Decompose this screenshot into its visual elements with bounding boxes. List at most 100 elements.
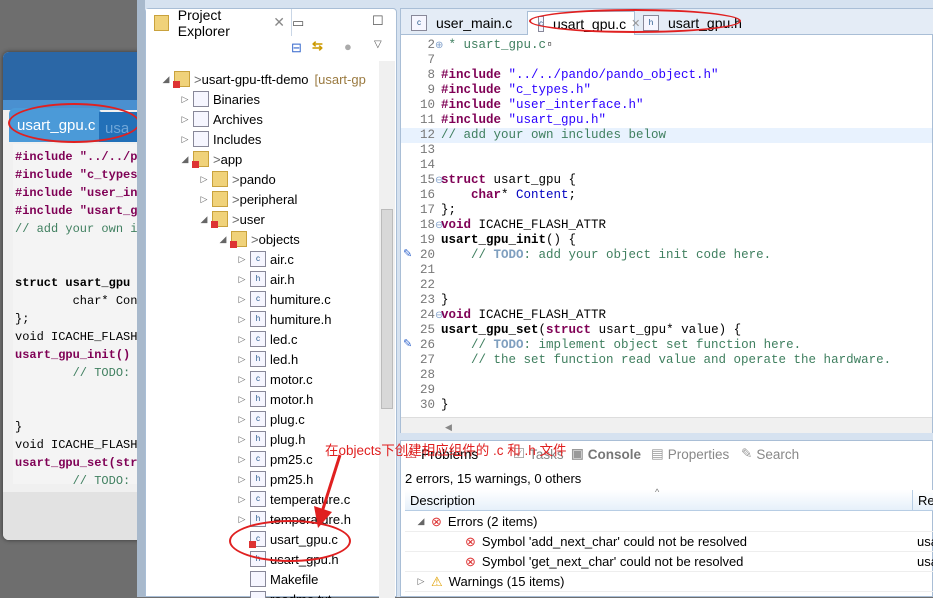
tree-item[interactable]: ▷cmotor.c [236,369,313,389]
tree-item-label: pando [240,172,276,187]
expand-arrow-icon[interactable]: ▷ [198,194,210,205]
tree-item[interactable]: ▷hair.h [236,269,295,289]
expand-arrow-icon[interactable]: ▷ [236,294,248,305]
tree-item[interactable]: ◢> user [198,209,265,229]
tree-item[interactable]: ▷hled.h [236,349,298,369]
column-resource[interactable]: Re [912,490,933,511]
folder-icon [212,211,228,227]
tree-item[interactable]: ▷cled.c [236,329,297,349]
tree-item[interactable]: ▷hplug.h [236,429,305,449]
expand-arrow-icon[interactable]: ▷ [236,514,248,525]
tree-item[interactable]: ▷> pando [198,169,276,189]
code-line: 11#include "usart_gpu.h" [401,113,932,128]
column-description[interactable]: Description [410,493,475,508]
code-editor[interactable]: cuser_main.ccusart_gpu.c✕husart_gpu.h 2⊕… [400,8,933,433]
code-area[interactable]: 2⊕ * usart_gpu.c▫78#include "../../pando… [401,37,932,417]
tree-item-label: readme.txt [270,592,331,598]
tree-item-label: air.c [270,252,294,267]
code-line: 23} [401,293,932,308]
tab-search[interactable]: ✎Search [741,446,799,462]
code-token: #include [441,98,509,112]
code-line: 22 [401,278,932,293]
code-token: "usart_gpu.h" [509,113,607,127]
expand-arrow-icon[interactable]: ▷ [236,414,248,425]
tab-properties[interactable]: ▤Properties [651,446,729,462]
tab-user-main-c[interactable]: cuser_main.c [401,11,520,35]
code-token: TODO [494,248,524,262]
problem-row[interactable]: ⊗Symbol 'add_next_char' could not be res… [405,532,933,552]
expand-arrow-icon[interactable]: ▷ [236,354,248,365]
problem-resource: usa [917,554,933,569]
tree-item[interactable]: ▷> peripheral [198,189,297,209]
expand-arrow-icon[interactable]: ▷ [236,494,248,505]
code-line: 2⊕ * usart_gpu.c▫ [401,38,932,53]
code-token: * usart_gpu.c [441,38,546,52]
code-line: ✎26 // TODO: implement object set functi… [401,338,932,353]
code-token: usart_gpu_init [441,233,546,247]
expand-arrow-icon[interactable]: ▷ [236,314,248,325]
code-line: 17}; [401,203,932,218]
code-token: #include [441,68,509,82]
expand-arrow-icon[interactable]: ▷ [198,174,210,185]
expanded-arrow-icon[interactable]: ◢ [198,214,210,225]
problem-row[interactable]: ◢⊗Errors (2 items) [405,512,933,532]
tree-item[interactable]: ▷chumiture.c [236,289,331,309]
tree-item[interactable]: ▷hmotor.h [236,389,313,409]
problem-row[interactable]: ▷⚠Warnings (15 items) [405,572,933,592]
tree-item[interactable]: ▷Includes [179,129,261,149]
expand-arrow-icon[interactable]: ◢ [415,516,427,527]
code-line: 19usart_gpu_init() { [401,233,932,248]
tree-item-label: Archives [213,112,263,127]
expand-arrow-icon[interactable]: ▷ [236,454,248,465]
highlight-ellipse [529,9,741,33]
tab-console[interactable]: ▣Console [571,446,641,462]
problem-description: Errors (2 items) [448,514,538,529]
code-token: ; [569,188,577,202]
line-number: 16 [401,188,439,203]
tree-scrollbar[interactable] [379,61,395,598]
expand-arrow-icon[interactable]: ▷ [179,94,191,105]
line-number: 21 [401,263,439,278]
folder-icon [212,171,228,187]
code-line: 25usart_gpu_set(struct usart_gpu* value)… [401,323,932,338]
task-marker-icon[interactable]: ✎ [403,338,412,353]
expand-arrow-icon[interactable]: ▷ [236,474,248,485]
expand-arrow-icon[interactable]: ▷ [179,114,191,125]
expand-arrow-icon[interactable]: ▷ [179,134,191,145]
line-number: 30 [401,398,439,413]
tree-item[interactable]: ▷cair.c [236,249,294,269]
tree-item[interactable]: ▷hhumiture.h [236,309,331,329]
editor-horizontal-scrollbar[interactable]: ◀ [401,417,932,433]
scrollbar-thumb[interactable] [381,209,393,409]
expanded-arrow-icon[interactable]: ◢ [160,74,172,85]
tree-item[interactable]: Makefile [236,569,318,589]
expand-arrow-icon[interactable]: ▷ [236,334,248,345]
tree-item[interactable]: ◢> usart-gpu-tft-demo[usart-gp [160,69,366,89]
problem-row[interactable]: ⊗Symbol 'get_next_char' could not be res… [405,552,933,572]
expanded-arrow-icon[interactable]: ◢ [179,154,191,165]
expand-arrow-icon[interactable]: ▷ [236,254,248,265]
task-marker-icon[interactable]: ✎ [403,248,412,263]
expand-arrow-icon[interactable]: ▷ [236,274,248,285]
code-line: ✎20 // TODO: add your object init code h… [401,248,932,263]
code-token: () { [546,233,576,247]
expand-arrow-icon[interactable]: ▷ [415,576,427,587]
code-line: 9#include "c_types.h" [401,83,932,98]
background-code-line: }; [15,312,29,330]
c-file-icon: c [250,491,266,507]
tree-item-label: plug.h [270,432,305,447]
tree-item[interactable]: ◢> app [179,149,242,169]
tree-item[interactable]: ▷Binaries [179,89,260,109]
expand-arrow-icon[interactable]: ▷ [236,374,248,385]
tree-item[interactable]: ◢> objects [217,229,300,249]
tree-item[interactable]: ▷ Archives [179,109,263,129]
makefile-icon [250,571,266,587]
expand-arrow-icon[interactable]: ▷ [236,434,248,445]
tree-item[interactable]: ▷cplug.c [236,409,305,429]
expand-arrow-icon[interactable]: ▷ [236,394,248,405]
line-number: 24 [401,308,439,323]
decorator: > [232,212,240,227]
expanded-arrow-icon[interactable]: ◢ [217,234,229,245]
folder-icon [231,231,247,247]
code-token: #include [441,83,509,97]
